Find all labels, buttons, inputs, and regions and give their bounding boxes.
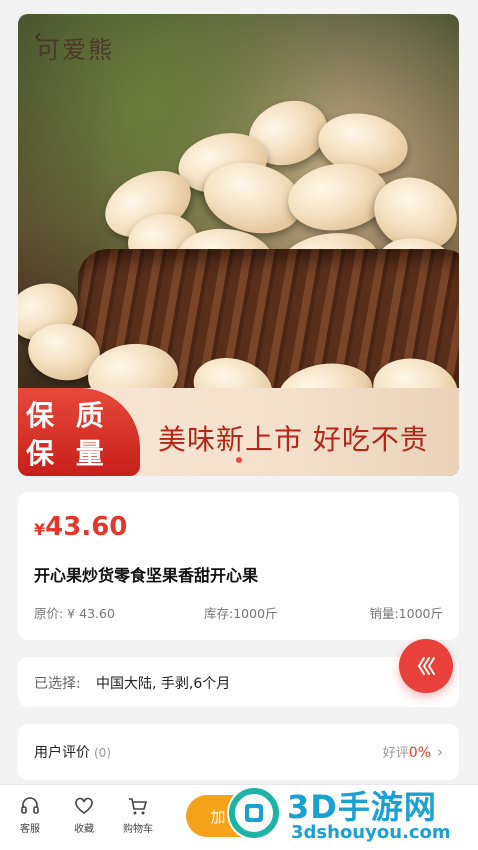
badge-line-2: 保 量 xyxy=(26,437,110,470)
sales-count: 销量:1000斤 xyxy=(369,606,443,621)
product-image[interactable]: ‹ 可爱熊 保 质 保 量 美味新上市 好吃不贵 xyxy=(18,14,459,476)
positive-rate[interactable]: 好评0% › xyxy=(383,742,443,761)
original-price: 原价: ¥ 43.60 xyxy=(34,606,115,621)
reviews-title-text: 用户评价 xyxy=(34,745,90,761)
carousel-indicator xyxy=(236,457,242,463)
cart-label: 购物车 xyxy=(123,824,153,835)
chevron-left-stack-icon xyxy=(417,657,435,675)
product-title: 开心果炒货零食坚果香甜开心果 xyxy=(34,566,259,585)
service-button[interactable]: 客服 xyxy=(6,795,54,835)
product-price: ¥43.60 xyxy=(34,512,127,542)
floating-menu-button[interactable] xyxy=(399,639,453,693)
cart-button[interactable]: 购物车 xyxy=(114,795,162,835)
brand-logo-text: 可爱熊 xyxy=(36,36,114,64)
price-value: 43.60 xyxy=(45,512,128,542)
positive-rate-label: 好评 xyxy=(382,746,409,761)
promo-slogan: 美味新上市 好吃不贵 xyxy=(158,423,429,456)
watermark-logo-icon xyxy=(227,786,281,840)
positive-rate-value: 0% xyxy=(408,745,431,761)
favorite-button[interactable]: 收藏 xyxy=(60,795,108,835)
favorite-label: 收藏 xyxy=(74,824,94,835)
badge-line-1: 保 质 xyxy=(26,399,110,432)
currency-symbol: ¥ xyxy=(34,520,46,539)
review-count: (0) xyxy=(94,746,111,760)
service-label: 客服 xyxy=(20,824,40,835)
reviews-title: 用户评价 (0) xyxy=(34,742,111,762)
site-watermark: 3D手游网 3dshouyou.com xyxy=(225,778,478,850)
reviews-section[interactable]: 用户评价 (0) 好评0% › xyxy=(18,724,459,780)
headset-icon xyxy=(21,797,39,814)
selection-value: 中国大陆, 手剥,6个月 xyxy=(96,676,231,692)
cart-icon xyxy=(129,798,148,815)
chevron-right-icon: › xyxy=(437,743,443,761)
spec-selector[interactable]: 已选择: 中国大陆, 手剥,6个月 xyxy=(18,657,459,707)
price-card: ¥43.60 开心果炒货零食坚果香甜开心果 原价: ¥ 43.60 库存:100… xyxy=(18,492,459,640)
stock-count: 库存:1000斤 xyxy=(204,606,278,621)
heart-icon xyxy=(75,797,93,814)
selection-label: 已选择: xyxy=(34,676,81,692)
watermark-url: 3dshouyou.com xyxy=(291,822,451,843)
